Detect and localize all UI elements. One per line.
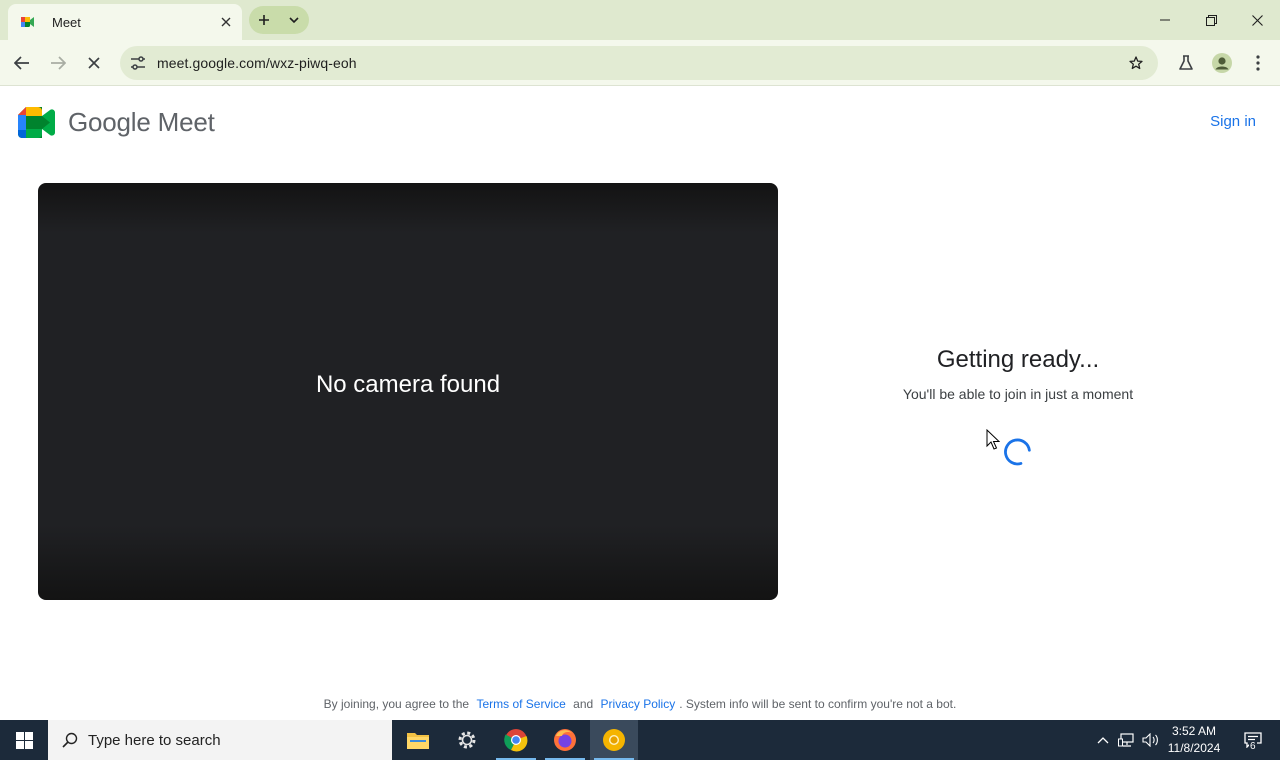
chrome-menu-kebab-icon[interactable] (1243, 48, 1273, 78)
labs-flask-icon[interactable] (1171, 48, 1201, 78)
notification-count-badge: 6 (1249, 741, 1257, 752)
new-tab-group (249, 6, 309, 34)
terms-of-service-link[interactable]: Terms of Service (476, 697, 565, 711)
profile-avatar-icon[interactable] (1207, 48, 1237, 78)
tab-title: Meet (52, 14, 81, 30)
join-status-panel: Getting ready... You'll be able to join … (858, 346, 1178, 402)
camera-preview: No camera found (38, 183, 778, 600)
search-icon (62, 732, 78, 748)
footer-suffix: . System info will be sent to confirm yo… (679, 697, 957, 711)
bookmark-star-icon[interactable] (1120, 55, 1152, 71)
back-arrow-icon[interactable] (7, 48, 37, 78)
status-subtitle: You'll be able to join in just a moment (902, 386, 1134, 402)
no-camera-message: No camera found (315, 370, 501, 398)
action-center-notification-icon[interactable] (1236, 720, 1270, 760)
mouse-cursor-icon (986, 429, 1000, 450)
meet-favicon-icon (20, 14, 36, 30)
firefox-taskbar-icon[interactable] (541, 720, 589, 760)
search-placeholder: Type here to search (88, 731, 221, 749)
taskbar-search-box[interactable]: Type here to search (48, 720, 392, 760)
tab-strip: Meet (0, 0, 1280, 40)
volume-icon[interactable] (1140, 720, 1162, 760)
minimize-icon[interactable] (1142, 0, 1188, 40)
close-window-icon[interactable] (1234, 0, 1280, 40)
meet-header: Google Meet Sign in (0, 87, 1280, 157)
clock-time: 3:52 AM (1171, 724, 1217, 738)
privacy-policy-link[interactable]: Privacy Policy (601, 697, 676, 711)
chrome-canary-taskbar-icon[interactable] (590, 720, 638, 760)
new-tab-plus-icon[interactable] (251, 7, 277, 33)
meet-logo-icon (18, 107, 55, 138)
tab-close-icon[interactable] (216, 12, 236, 32)
tab-meet[interactable]: Meet (8, 4, 242, 40)
tab-search-chevron-icon[interactable] (281, 7, 307, 33)
legal-footer: By joining, you agree to the Terms of Se… (0, 697, 1280, 711)
footer-and: and (573, 697, 594, 711)
settings-gear-icon[interactable] (443, 720, 491, 760)
windows-taskbar: Type here to search 3:52 AM 11/8/2024 6 (0, 720, 1280, 760)
address-bar[interactable]: meet.google.com/wxz-piwq-eoh (120, 46, 1158, 80)
site-info-tune-icon[interactable] (122, 56, 154, 70)
clock-date: 11/8/2024 (1167, 741, 1221, 755)
url-text[interactable]: meet.google.com/wxz-piwq-eoh (157, 55, 1120, 71)
logo-text: Google Meet (68, 107, 215, 137)
tray-chevron-up-icon[interactable] (1094, 720, 1112, 760)
chrome-taskbar-icon[interactable] (492, 720, 540, 760)
status-title: Getting ready... (936, 346, 1100, 373)
footer-prefix: By joining, you agree to the (323, 697, 470, 711)
forward-arrow-icon[interactable] (43, 48, 73, 78)
taskbar-clock[interactable]: 3:52 AM 11/8/2024 (1162, 723, 1226, 757)
browser-toolbar: meet.google.com/wxz-piwq-eoh (0, 40, 1280, 86)
stop-loading-icon[interactable] (79, 48, 109, 78)
restore-icon[interactable] (1188, 0, 1234, 40)
sign-in-link[interactable]: Sign in (1210, 113, 1256, 130)
google-meet-logo[interactable]: Google Meet (18, 107, 215, 138)
network-icon[interactable] (1116, 720, 1138, 760)
file-explorer-icon[interactable] (394, 720, 442, 760)
loading-spinner-icon (1004, 438, 1031, 466)
windows-start-icon[interactable] (0, 720, 48, 760)
